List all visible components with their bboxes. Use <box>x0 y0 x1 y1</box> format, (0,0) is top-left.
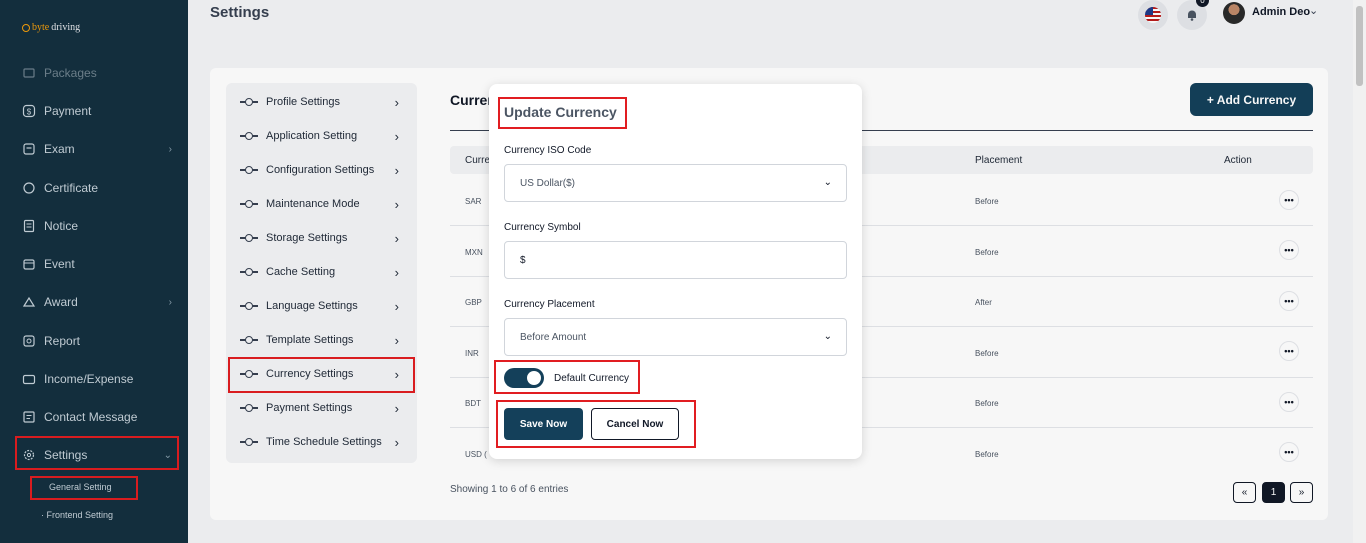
currency-iso-select[interactable]: US Dollar($) ⌄ <box>504 164 847 202</box>
currency-iso-value: US Dollar($) <box>520 177 576 189</box>
page-scrollbar[interactable] <box>1353 0 1366 543</box>
currency-symbol-value: $ <box>520 254 526 266</box>
currency-symbol-label: Currency Symbol <box>504 222 581 233</box>
currency-placement-value: Before Amount <box>520 331 587 343</box>
chevron-down-icon: ⌄ <box>823 177 832 188</box>
currency-placement-select[interactable]: Before Amount ⌄ <box>504 318 847 356</box>
currency-iso-label: Currency ISO Code <box>504 145 592 156</box>
currency-symbol-input[interactable]: $ <box>504 241 847 279</box>
default-currency-label: Default Currency <box>554 373 630 384</box>
cancel-button[interactable]: Cancel Now <box>591 408 679 440</box>
default-currency-toggle[interactable] <box>504 368 544 388</box>
save-button[interactable]: Save Now <box>504 408 583 440</box>
toggle-knob <box>527 371 541 385</box>
chevron-down-icon: ⌄ <box>823 331 832 342</box>
currency-placement-label: Currency Placement <box>504 299 595 310</box>
scrollbar-thumb[interactable] <box>1356 6 1363 86</box>
modal-title: Update Currency <box>504 104 617 120</box>
